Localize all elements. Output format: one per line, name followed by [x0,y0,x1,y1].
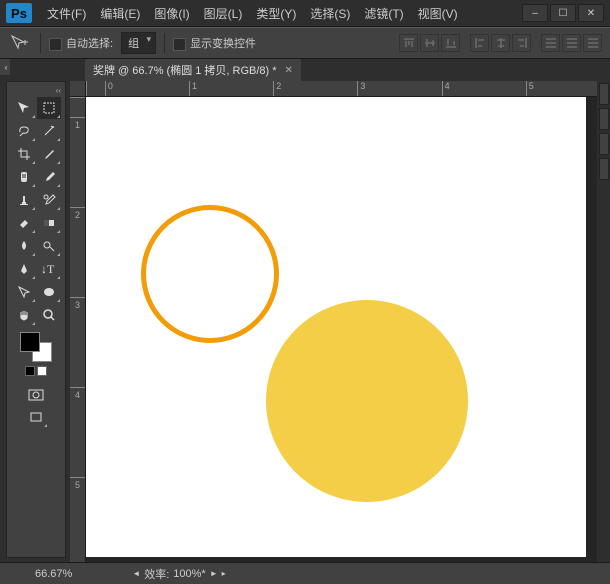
eraser-tool[interactable] [12,212,36,234]
document-tab[interactable]: 奖牌 @ 66.7% (椭圆 1 拷贝, RGB/8) * ✕ [85,59,301,81]
close-button[interactable]: ✕ [578,4,604,22]
artboard [86,97,586,557]
zoom-level[interactable]: 66.67% [35,568,72,580]
close-tab-icon[interactable]: ✕ [285,65,293,76]
hand-tool[interactable] [12,304,36,326]
history-brush-tool[interactable] [37,189,61,211]
align-left-icon[interactable] [470,34,489,52]
distribute-1-icon[interactable] [541,34,560,52]
active-tool-icon [8,33,32,53]
maximize-button[interactable]: ☐ [550,4,576,22]
efficiency-label: 效率: [144,566,169,582]
type-tool[interactable]: ↓T [37,258,61,280]
show-transform-checkbox[interactable]: 显示变换控件 [173,35,256,51]
show-transform-label: 显示变换控件 [190,38,256,50]
status-bar: 66.67% ◄ 效率: 100%* ► ▸ [0,562,610,584]
mini-swatches[interactable] [25,366,47,376]
app-logo: Ps [6,3,32,23]
pen-tool[interactable] [12,258,36,280]
menu-filter[interactable]: 滤镜(T) [357,5,410,22]
move-tool[interactable] [12,97,36,119]
document-canvas[interactable] [86,97,610,562]
right-panel-strip [597,81,610,562]
collapse-tools-icon[interactable]: ‹‹ [56,86,61,95]
path-selection-tool[interactable] [12,281,36,303]
dodge-tool[interactable] [37,235,61,257]
screen-mode-icon[interactable] [24,406,48,428]
document-tab-title: 奖牌 @ 66.7% (椭圆 1 拷贝, RGB/8) * [93,62,277,78]
align-bottom-icon[interactable] [441,34,460,52]
healing-brush-tool[interactable] [12,166,36,188]
menu-select[interactable]: 选择(S) [303,5,357,22]
lasso-tool[interactable] [12,120,36,142]
marquee-tool[interactable] [37,97,61,119]
panel-toggle-4[interactable] [599,158,609,180]
crop-tool[interactable] [12,143,36,165]
efficiency-value: 100%* [173,568,205,580]
ellipse-outline-shape [141,205,279,343]
menu-image[interactable]: 图像(I) [147,5,196,22]
color-swatches[interactable] [20,332,52,362]
distribute-3-icon[interactable] [583,34,602,52]
brush-tool[interactable] [37,166,61,188]
ruler-origin[interactable] [70,81,86,97]
menu-file[interactable]: 文件(F) [40,5,93,22]
align-hcenter-icon[interactable] [491,34,510,52]
align-buttons [399,34,602,52]
zoom-tool[interactable] [37,304,61,326]
align-right-icon[interactable] [512,34,531,52]
quick-mask-icon[interactable] [24,384,48,406]
align-top-icon[interactable] [399,34,418,52]
canvas-area: 0 1 2 3 4 5 1 2 3 4 5 [70,81,610,562]
menu-view[interactable]: 视图(V) [411,5,465,22]
menu-edit[interactable]: 编辑(E) [93,5,147,22]
menu-layer[interactable]: 图层(L) [197,5,250,22]
panel-toggle-1[interactable] [599,83,609,105]
magic-wand-tool[interactable] [37,120,61,142]
auto-select-label: 自动选择: [66,38,113,50]
blur-tool[interactable] [12,235,36,257]
distribute-2-icon[interactable] [562,34,581,52]
ellipse-fill-shape [266,300,468,502]
panel-toggle-2[interactable] [599,108,609,130]
panel-toggle-3[interactable] [599,133,609,155]
expand-panels-left[interactable] [0,59,10,75]
align-vcenter-icon[interactable] [420,34,439,52]
tools-panel: ‹‹ ↓T [6,81,66,558]
menu-type[interactable]: 类型(Y) [249,5,303,22]
ruler-horizontal[interactable]: 0 1 2 3 4 5 [86,81,610,97]
gradient-tool[interactable] [37,212,61,234]
auto-select-dropdown[interactable]: 组 [121,32,156,54]
efficiency-display[interactable]: ◄ 效率: 100%* ► ▸ [132,566,225,582]
minimize-button[interactable]: – [522,4,548,22]
eyedropper-tool[interactable] [37,143,61,165]
svg-text:↓T: ↓T [41,262,55,276]
foreground-color[interactable] [20,332,40,352]
auto-select-checkbox[interactable]: 自动选择: [49,35,113,51]
stamp-tool[interactable] [12,189,36,211]
ruler-vertical[interactable]: 1 2 3 4 5 [70,97,86,562]
shape-tool[interactable] [37,281,61,303]
